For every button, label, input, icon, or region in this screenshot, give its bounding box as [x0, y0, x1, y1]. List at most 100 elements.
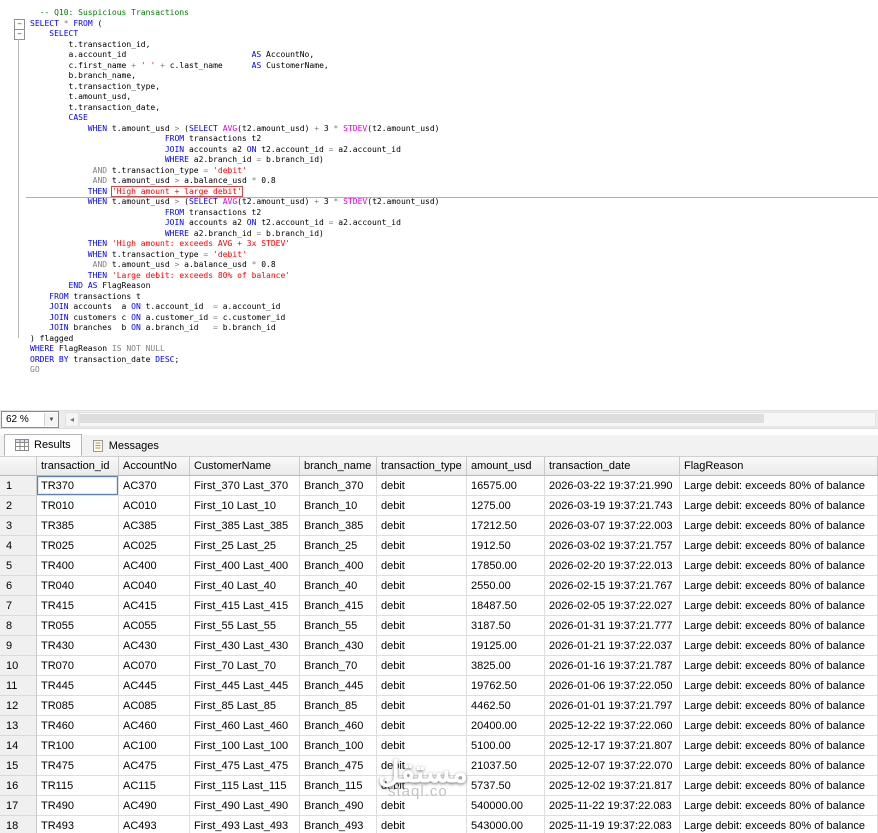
- grid-cell[interactable]: 17212.50: [467, 516, 545, 536]
- grid-cell[interactable]: debit: [377, 716, 467, 736]
- grid-cell[interactable]: TR385: [37, 516, 119, 536]
- scrollbar-track[interactable]: [79, 412, 876, 427]
- sql-editor[interactable]: − − -- Q10: Suspicious Transactions SELEC…: [0, 0, 878, 411]
- grid-cell[interactable]: AC040: [119, 576, 190, 596]
- grid-cell[interactable]: First_40 Last_40: [190, 576, 300, 596]
- row-number[interactable]: 5: [0, 556, 37, 576]
- grid-cell[interactable]: debit: [377, 736, 467, 756]
- row-number[interactable]: 6: [0, 576, 37, 596]
- grid-cell[interactable]: First_85 Last_85: [190, 696, 300, 716]
- grid-cell[interactable]: First_475 Last_475: [190, 756, 300, 776]
- grid-cell[interactable]: Large debit: exceeds 80% of balance: [680, 596, 878, 616]
- grid-cell[interactable]: 2550.00: [467, 576, 545, 596]
- grid-cell[interactable]: First_55 Last_55: [190, 616, 300, 636]
- grid-cell[interactable]: Branch_40: [300, 576, 377, 596]
- grid-cell[interactable]: TR115: [37, 776, 119, 796]
- column-header[interactable]: transaction_date: [545, 457, 680, 476]
- grid-cell[interactable]: 2025-11-22 19:37:22.083: [545, 796, 680, 816]
- scroll-left-icon[interactable]: ◂: [65, 412, 79, 427]
- grid-cell[interactable]: 1912.50: [467, 536, 545, 556]
- grid-cell[interactable]: 2026-02-20 19:37:22.013: [545, 556, 680, 576]
- grid-cell[interactable]: debit: [377, 776, 467, 796]
- grid-cell[interactable]: Large debit: exceeds 80% of balance: [680, 636, 878, 656]
- grid-cell[interactable]: debit: [377, 536, 467, 556]
- row-number[interactable]: 2: [0, 496, 37, 516]
- grid-cell[interactable]: Large debit: exceeds 80% of balance: [680, 696, 878, 716]
- column-header[interactable]: FlagReason: [680, 457, 878, 476]
- grid-cell[interactable]: 21037.50: [467, 756, 545, 776]
- grid-cell[interactable]: First_430 Last_430: [190, 636, 300, 656]
- select-all-corner[interactable]: [0, 457, 37, 476]
- tab-messages[interactable]: Messages: [82, 436, 169, 456]
- grid-cell[interactable]: TR100: [37, 736, 119, 756]
- grid-cell[interactable]: First_385 Last_385: [190, 516, 300, 536]
- row-number[interactable]: 4: [0, 536, 37, 556]
- sql-code[interactable]: -- Q10: Suspicious Transactions SELECT * …: [0, 0, 878, 376]
- grid-cell[interactable]: 2025-11-19 19:37:22.083: [545, 816, 680, 833]
- grid-cell[interactable]: debit: [377, 616, 467, 636]
- grid-cell[interactable]: AC415: [119, 596, 190, 616]
- grid-cell[interactable]: debit: [377, 596, 467, 616]
- grid-cell[interactable]: TR085: [37, 696, 119, 716]
- grid-cell[interactable]: Large debit: exceeds 80% of balance: [680, 816, 878, 833]
- grid-cell[interactable]: debit: [377, 816, 467, 833]
- row-number[interactable]: 17: [0, 796, 37, 816]
- grid-cell[interactable]: 2026-01-06 19:37:22.050: [545, 676, 680, 696]
- grid-cell[interactable]: 1275.00: [467, 496, 545, 516]
- collapse-region-icon[interactable]: −: [14, 29, 25, 40]
- grid-cell[interactable]: Branch_490: [300, 796, 377, 816]
- grid-cell[interactable]: 2026-03-07 19:37:22.003: [545, 516, 680, 536]
- grid-cell[interactable]: Large debit: exceeds 80% of balance: [680, 756, 878, 776]
- grid-cell[interactable]: AC460: [119, 716, 190, 736]
- column-header[interactable]: transaction_type: [377, 457, 467, 476]
- grid-cell[interactable]: Branch_493: [300, 816, 377, 833]
- grid-cell[interactable]: 2026-02-05 19:37:22.027: [545, 596, 680, 616]
- grid-cell[interactable]: Large debit: exceeds 80% of balance: [680, 556, 878, 576]
- grid-cell[interactable]: Branch_25: [300, 536, 377, 556]
- grid-cell[interactable]: 2026-01-31 19:37:21.777: [545, 616, 680, 636]
- grid-cell[interactable]: Branch_70: [300, 656, 377, 676]
- grid-cell[interactable]: First_445 Last_445: [190, 676, 300, 696]
- grid-cell[interactable]: 2025-12-02 19:37:21.817: [545, 776, 680, 796]
- grid-cell[interactable]: 2026-02-15 19:37:21.767: [545, 576, 680, 596]
- grid-cell[interactable]: 16575.00: [467, 476, 545, 496]
- grid-cell[interactable]: 2026-01-21 19:37:22.037: [545, 636, 680, 656]
- grid-cell[interactable]: TR490: [37, 796, 119, 816]
- row-number[interactable]: 1: [0, 476, 37, 496]
- grid-cell[interactable]: 20400.00: [467, 716, 545, 736]
- row-number[interactable]: 8: [0, 616, 37, 636]
- grid-cell[interactable]: Branch_430: [300, 636, 377, 656]
- column-header[interactable]: transaction_id: [37, 457, 119, 476]
- grid-cell[interactable]: AC070: [119, 656, 190, 676]
- grid-cell[interactable]: Large debit: exceeds 80% of balance: [680, 796, 878, 816]
- row-number[interactable]: 18: [0, 816, 37, 833]
- grid-cell[interactable]: AC445: [119, 676, 190, 696]
- grid-cell[interactable]: AC400: [119, 556, 190, 576]
- grid-cell[interactable]: First_493 Last_493: [190, 816, 300, 833]
- grid-cell[interactable]: TR010: [37, 496, 119, 516]
- grid-cell[interactable]: AC430: [119, 636, 190, 656]
- grid-cell[interactable]: Branch_400: [300, 556, 377, 576]
- row-number[interactable]: 11: [0, 676, 37, 696]
- grid-cell[interactable]: Branch_460: [300, 716, 377, 736]
- grid-cell[interactable]: Branch_385: [300, 516, 377, 536]
- grid-cell[interactable]: debit: [377, 796, 467, 816]
- grid-cell[interactable]: AC370: [119, 476, 190, 496]
- grid-cell[interactable]: TR415: [37, 596, 119, 616]
- grid-cell[interactable]: Large debit: exceeds 80% of balance: [680, 656, 878, 676]
- grid-cell[interactable]: AC115: [119, 776, 190, 796]
- row-number[interactable]: 3: [0, 516, 37, 536]
- grid-cell[interactable]: AC475: [119, 756, 190, 776]
- grid-cell[interactable]: 2026-03-22 19:37:21.990: [545, 476, 680, 496]
- grid-cell[interactable]: AC385: [119, 516, 190, 536]
- tab-results[interactable]: Results: [4, 434, 82, 456]
- grid-cell[interactable]: First_10 Last_10: [190, 496, 300, 516]
- results-grid[interactable]: transaction_id AccountNo CustomerName branc…: [0, 457, 878, 833]
- grid-cell[interactable]: AC085: [119, 696, 190, 716]
- chevron-down-icon[interactable]: ▼: [44, 413, 58, 426]
- column-header[interactable]: branch_name: [300, 457, 377, 476]
- scrollbar-thumb[interactable]: [80, 414, 764, 423]
- grid-cell[interactable]: TR460: [37, 716, 119, 736]
- grid-cell[interactable]: AC493: [119, 816, 190, 833]
- grid-cell[interactable]: Large debit: exceeds 80% of balance: [680, 776, 878, 796]
